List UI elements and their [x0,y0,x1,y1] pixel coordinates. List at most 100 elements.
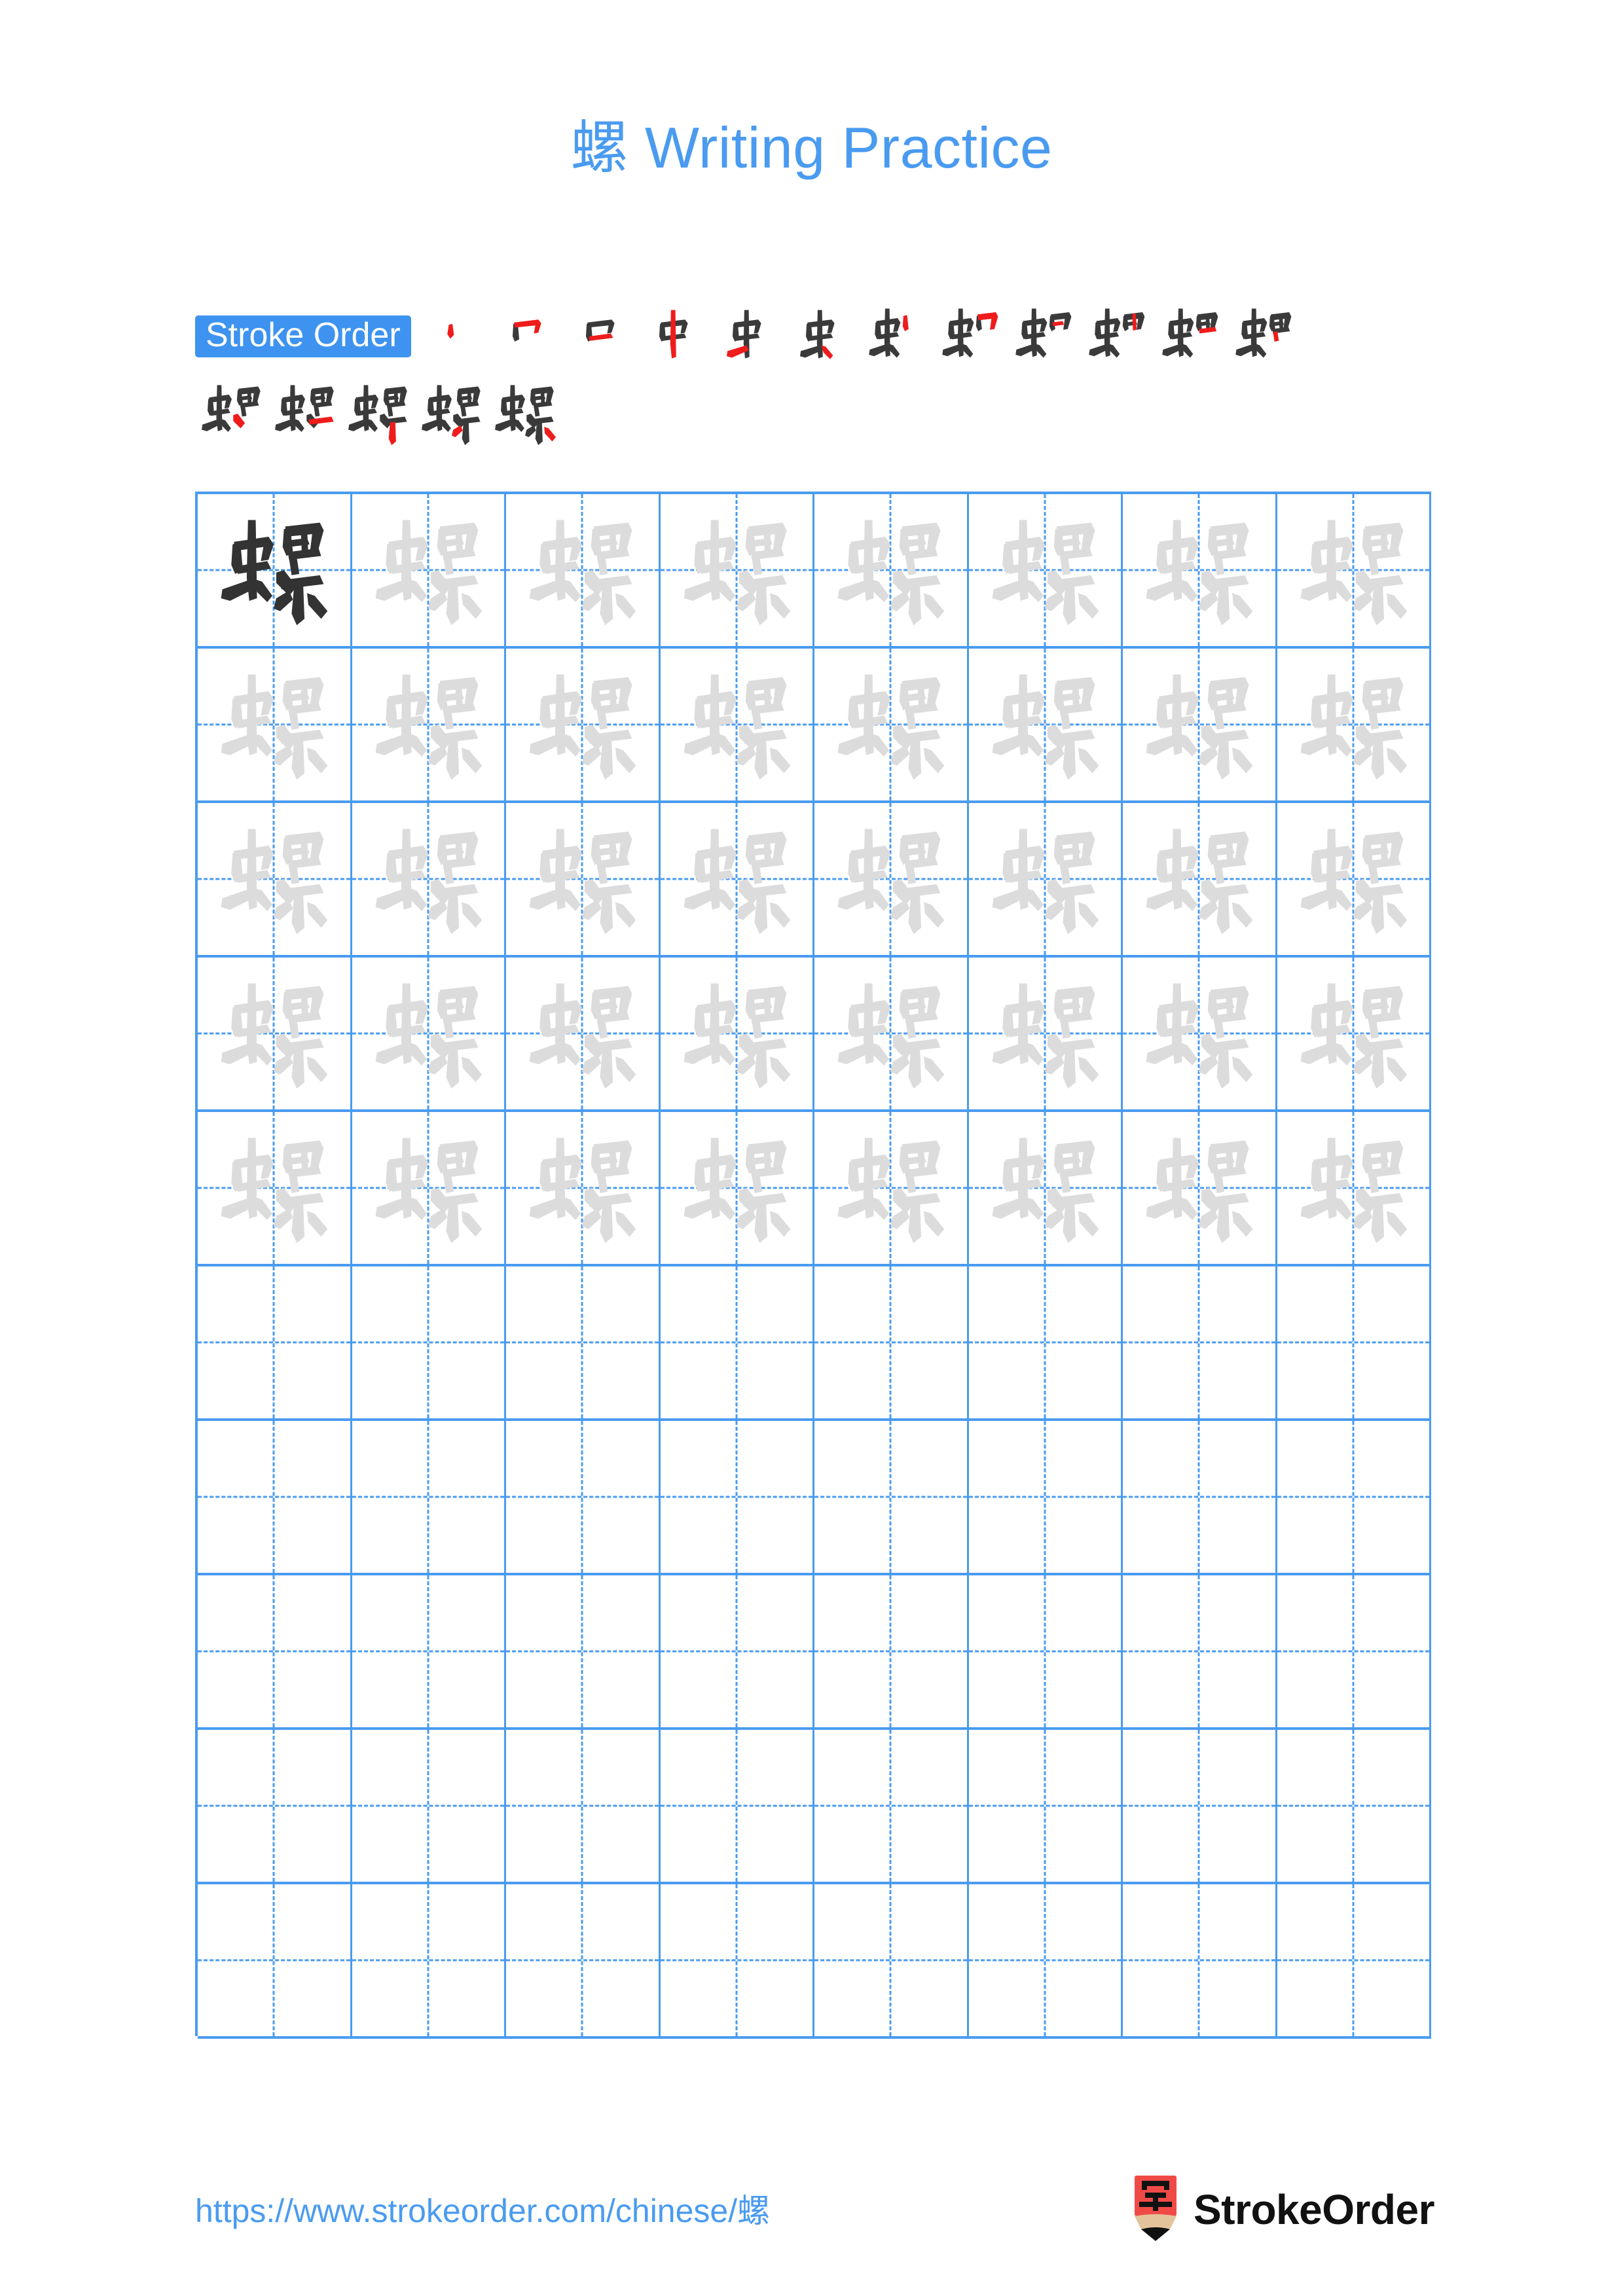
practice-cell-empty[interactable] [1277,1884,1431,2036]
practice-cell-empty[interactable] [661,1884,814,2036]
practice-cell-trace[interactable] [661,803,814,955]
practice-cell-trace[interactable] [661,1112,814,1264]
practice-cell-empty[interactable] [1277,1421,1431,1573]
practice-cell-empty[interactable] [506,1266,661,1418]
practice-cell-empty[interactable] [1277,1266,1431,1418]
source-url-link[interactable]: https://www.strokeorder.com/chinese/螺 [195,2185,770,2232]
practice-cell-trace[interactable] [1277,803,1431,955]
character-glyph-light [375,520,483,626]
practice-cell-trace[interactable] [814,494,969,646]
brand-lockup: StrokeOrder [1132,2176,1434,2244]
practice-cell-trace[interactable] [352,1112,506,1264]
trace-character [1277,494,1430,646]
practice-cell-trace[interactable] [969,803,1123,955]
practice-cell-trace[interactable] [198,803,352,955]
practice-cell-empty[interactable] [198,1884,352,2036]
practice-cell-empty[interactable] [506,1575,661,1727]
practice-cell-trace[interactable] [198,649,352,800]
practice-cell-empty[interactable] [1277,1730,1431,1882]
practice-cell-trace[interactable] [352,649,506,800]
practice-cell-trace[interactable] [506,649,661,800]
practice-cell-trace[interactable] [814,803,969,955]
practice-cell-trace[interactable] [969,649,1123,800]
practice-cell-empty[interactable] [1123,1730,1277,1882]
practice-cell-trace[interactable] [1277,649,1431,800]
practice-cell-empty[interactable] [814,1730,969,1882]
practice-cell-empty[interactable] [969,1575,1123,1727]
practice-cell-trace[interactable] [352,803,506,955]
character-glyph-light [837,1138,945,1244]
stroke-step-3-glyph [585,319,615,342]
practice-cell-trace[interactable] [1123,1112,1277,1264]
stroke-step-5-glyph [726,310,761,359]
practice-cell-empty[interactable] [969,1266,1123,1418]
practice-cell-empty[interactable] [661,1266,814,1418]
character-glyph-light [529,1138,636,1244]
practice-cell-empty[interactable] [352,1730,506,1882]
practice-cell-trace[interactable] [506,1112,661,1264]
trace-character [352,494,505,646]
practice-cell-empty[interactable] [661,1730,814,1882]
character-glyph-light [1300,983,1408,1089]
practice-cell-empty[interactable] [198,1730,352,1882]
stroke-step-8 [928,300,1002,373]
practice-cell-empty[interactable] [506,1730,661,1882]
practice-cell-trace[interactable] [506,494,661,646]
practice-cell-empty[interactable] [1123,1266,1277,1418]
practice-cell-trace[interactable] [506,803,661,955]
practice-grid [195,492,1431,2039]
practice-cell-trace[interactable] [1277,494,1431,646]
practice-cell-empty[interactable] [198,1266,352,1418]
practice-cell-trace[interactable] [1123,803,1277,955]
practice-cell-empty[interactable] [1277,1575,1431,1727]
practice-cell-empty[interactable] [814,1575,969,1727]
trace-character [814,1112,967,1264]
practice-cell-trace[interactable] [969,958,1123,1109]
practice-cell-empty[interactable] [814,1884,969,2036]
practice-cell-trace[interactable] [814,1112,969,1264]
practice-cell-empty[interactable] [352,1575,506,1727]
practice-cell-trace[interactable] [814,649,969,800]
practice-cell-trace[interactable] [814,958,969,1109]
practice-cell-trace[interactable] [1277,1112,1431,1264]
practice-cell-empty[interactable] [969,1884,1123,2036]
practice-cell-empty[interactable] [352,1884,506,2036]
practice-cell-empty[interactable] [352,1266,506,1418]
practice-cell-empty[interactable] [198,1421,352,1573]
practice-cell-empty[interactable] [661,1421,814,1573]
practice-cell-trace[interactable] [969,494,1123,646]
practice-cell-empty[interactable] [814,1266,969,1418]
practice-cell-empty[interactable] [506,1421,661,1573]
practice-cell-trace[interactable] [1123,649,1277,800]
practice-cell-empty[interactable] [352,1421,506,1573]
trace-character [506,958,659,1109]
practice-cell-empty[interactable] [1123,1884,1277,2036]
practice-cell-trace[interactable] [352,958,506,1109]
trace-character [969,649,1122,800]
practice-cell-empty[interactable] [969,1730,1123,1882]
practice-cell-empty[interactable] [814,1421,969,1573]
practice-cell-trace[interactable] [969,1112,1123,1264]
stroke-step-16-glyph [422,385,481,446]
practice-cell-trace[interactable] [661,958,814,1109]
practice-cell-empty[interactable] [198,1575,352,1727]
character-glyph-light [375,1138,483,1244]
practice-cell-empty[interactable] [1123,1575,1277,1727]
practice-cell-trace[interactable] [1277,958,1431,1109]
practice-cell-empty[interactable] [1123,1421,1277,1573]
practice-cell-trace[interactable] [198,958,352,1109]
practice-cell-empty[interactable] [969,1421,1123,1573]
practice-cell-trace[interactable] [661,494,814,646]
practice-cell-trace[interactable] [506,958,661,1109]
practice-cell-trace[interactable] [1123,494,1277,646]
practice-cell-model[interactable] [198,494,352,646]
trace-character [814,803,967,955]
practice-cell-trace[interactable] [352,494,506,646]
practice-cell-trace[interactable] [198,1112,352,1264]
practice-cell-empty[interactable] [661,1575,814,1727]
trace-character [661,803,813,955]
practice-cell-empty[interactable] [506,1884,661,2036]
practice-cell-trace[interactable] [661,649,814,800]
practice-cell-trace[interactable] [1123,958,1277,1109]
stroke-step-17-glyph [495,385,556,446]
